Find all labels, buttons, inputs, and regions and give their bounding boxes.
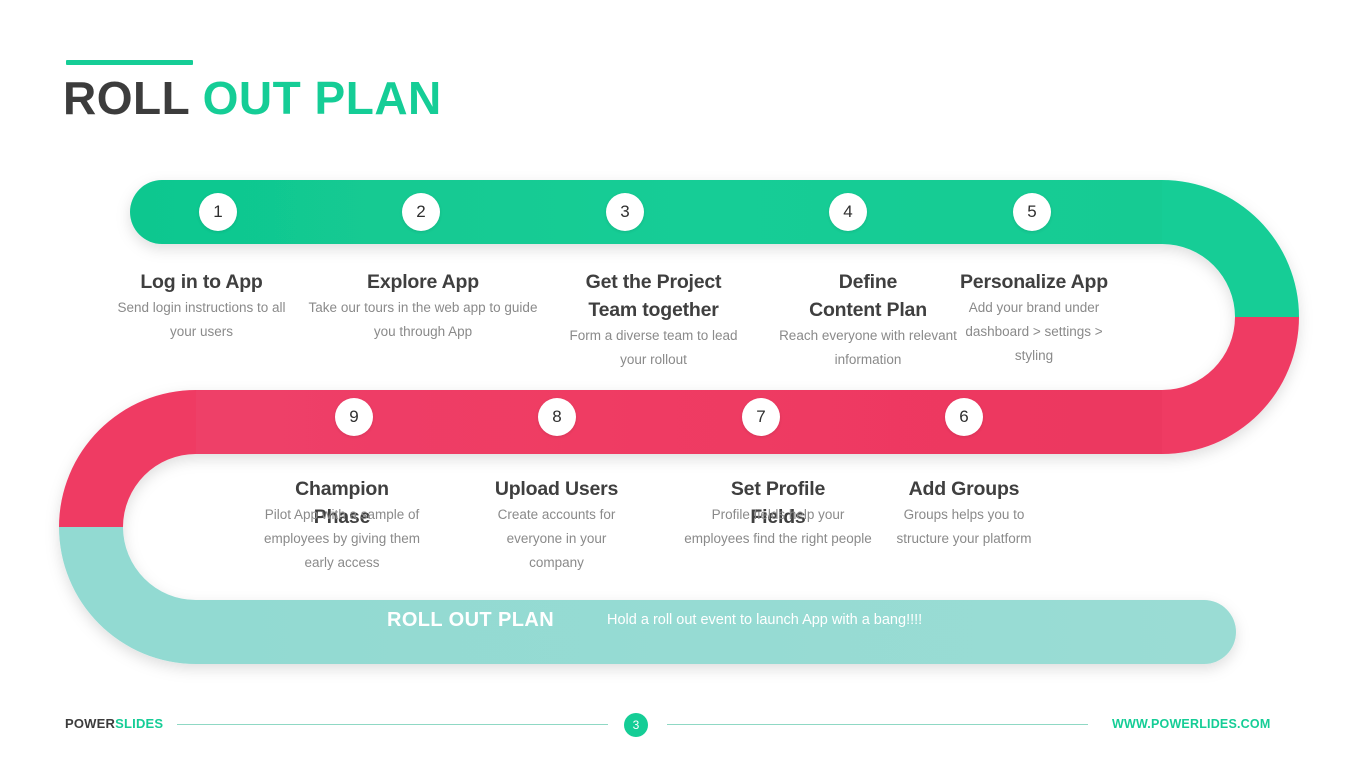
step-title-9-line1: Champion xyxy=(295,478,389,500)
footer-brand-logo: POWERSLIDES xyxy=(65,716,163,731)
step-title-3: Get the Project Team together xyxy=(556,268,751,324)
step-block-3: Get the Project Team together Form a dive… xyxy=(556,268,751,372)
step-number-1[interactable]: 1 xyxy=(199,193,237,231)
banner-title: ROLL OUT PLAN xyxy=(387,609,555,631)
step-number-7[interactable]: 7 xyxy=(742,398,780,436)
step-title-8: Upload Users xyxy=(494,478,619,500)
step-desc-1: Send login instructions to all your user… xyxy=(117,300,286,339)
step-block-7: Set Profile Fields Profile fields help yo… xyxy=(684,475,872,551)
step-title-7-line1: Set Profile xyxy=(730,478,826,500)
roadmap-ribbon xyxy=(59,180,1299,664)
step-desc-9: Pilot App with a sample of employees by … xyxy=(263,507,421,570)
step-desc-4: Reach everyone with relevant information xyxy=(779,328,957,367)
step-title-6: Add Groups xyxy=(908,478,1020,500)
step-desc-7: Profile fields help your employees find … xyxy=(684,507,872,546)
step-title-4-line2: Content Plan xyxy=(809,299,927,321)
step-block-8: Upload Users Create accounts for everyon… xyxy=(480,475,633,575)
step-title-2: Explore App xyxy=(367,271,479,293)
footer-divider-right xyxy=(667,724,1088,725)
step-number-2[interactable]: 2 xyxy=(402,193,440,231)
step-block-1: Log in to App Send login instructions to… xyxy=(113,268,290,344)
step-title-1: Log in to App xyxy=(140,271,263,293)
step-title-3-line1: Get the Project xyxy=(585,271,722,293)
footer-divider-left xyxy=(177,724,608,725)
step-block-5: Personalize App Add your brand under das… xyxy=(946,268,1122,368)
step-desc-3: Form a diverse team to lead your rollout xyxy=(569,328,738,367)
step-number-4[interactable]: 4 xyxy=(829,193,867,231)
step-title-4: Define Content Plan xyxy=(773,268,963,324)
step-desc-2: Take our tours in the web app to guide y… xyxy=(308,300,538,339)
step-desc-6: Groups helps you to structure your platf… xyxy=(896,507,1032,546)
step-block-2: Explore App Take our tours in the web ap… xyxy=(306,268,540,344)
ribbon-turn-right-green xyxy=(1162,180,1299,317)
step-block-4: Define Content Plan Reach everyone with r… xyxy=(773,268,963,372)
step-number-6[interactable]: 6 xyxy=(945,398,983,436)
slide: ROLL OUT PLAN 1 2 3 4 5 6 7 8 9 Log in t… xyxy=(0,0,1365,767)
ribbon-turn-right-pink xyxy=(1162,317,1299,454)
footer-page-number: 3 xyxy=(624,713,648,737)
step-block-9: Champion Phase Pilot App with a sample of… xyxy=(248,475,436,575)
step-title-5: Personalize App xyxy=(960,271,1108,293)
step-desc-8: Create accounts for everyone in your com… xyxy=(497,507,616,570)
step-number-8[interactable]: 8 xyxy=(538,398,576,436)
step-desc-5: Add your brand under dashboard > setting… xyxy=(965,300,1103,363)
step-title-3-line2: Team together xyxy=(588,299,719,321)
step-number-5[interactable]: 5 xyxy=(1013,193,1051,231)
footer-brand-accent: SLIDES xyxy=(115,716,164,731)
ribbon-segment-green-bar xyxy=(130,180,1162,244)
ribbon-turn-left-teal xyxy=(59,527,196,664)
ribbon-turn-left-pink xyxy=(59,390,196,527)
step-number-9[interactable]: 9 xyxy=(335,398,373,436)
banner-description: Hold a roll out event to launch App with… xyxy=(607,612,923,628)
footer-website-url[interactable]: WWW.POWERLIDES.COM xyxy=(1112,717,1270,731)
step-number-3[interactable]: 3 xyxy=(606,193,644,231)
footer-brand-dark: POWER xyxy=(65,716,116,731)
step-title-4-line1: Define xyxy=(838,271,898,293)
step-block-6: Add Groups Groups helps you to structure… xyxy=(888,475,1040,551)
ribbon-segment-teal-banner xyxy=(196,600,1236,664)
